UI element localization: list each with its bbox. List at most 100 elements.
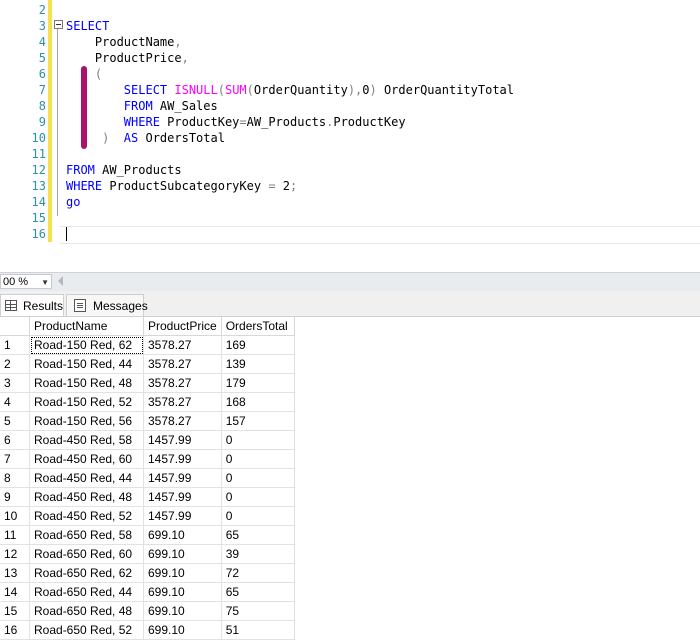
row-number[interactable]: 9 — [0, 487, 30, 507]
row-number[interactable]: 3 — [0, 373, 30, 393]
results-grid[interactable]: ProductName ProductPrice OrdersTotal 1 Ro… — [0, 317, 700, 643]
table-cell[interactable]: Road-450 Red, 60 — [29, 449, 144, 469]
table-cell[interactable]: Road-450 Red, 58 — [29, 430, 144, 450]
table-cell[interactable]: 179 — [221, 373, 295, 393]
sql-editor[interactable]: 2 3 4 5 6 7 8 9 10 11 12 13 14 15 16 SELECT ProductNam… — [0, 0, 700, 272]
table-row[interactable]: 10 Road-450 Red, 52 1457.99 0 — [0, 506, 295, 526]
row-number[interactable]: 1 — [0, 335, 30, 355]
table-cell[interactable]: Road-150 Red, 62 — [29, 335, 144, 355]
table-row[interactable]: 9 Road-450 Red, 48 1457.99 0 — [0, 487, 295, 507]
table-cell[interactable]: 139 — [221, 354, 295, 374]
table-cell[interactable]: 699.10 — [143, 620, 222, 640]
code-line[interactable]: WHERE ProductSubcategoryKey = 2; — [66, 178, 297, 194]
table-cell[interactable]: 3578.27 — [143, 411, 222, 431]
table-cell[interactable]: Road-150 Red, 44 — [29, 354, 144, 374]
table-cell[interactable]: 157 — [221, 411, 295, 431]
table-cell[interactable]: 699.10 — [143, 544, 222, 564]
code-line[interactable]: go — [66, 194, 80, 210]
table-cell[interactable]: Road-650 Red, 44 — [29, 582, 144, 602]
row-number[interactable]: 2 — [0, 354, 30, 374]
table-row[interactable]: 2 Road-150 Red, 44 3578.27 139 — [0, 354, 295, 374]
table-cell[interactable]: Road-650 Red, 52 — [29, 620, 144, 640]
row-number[interactable]: 4 — [0, 392, 30, 412]
column-header[interactable]: ProductName — [29, 317, 144, 336]
table-cell[interactable]: 0 — [221, 506, 295, 526]
table-cell[interactable]: 0 — [221, 468, 295, 488]
table-cell[interactable]: 0 — [221, 430, 295, 450]
table-cell[interactable]: Road-450 Red, 52 — [29, 506, 144, 526]
table-cell[interactable]: 699.10 — [143, 582, 222, 602]
table-cell[interactable]: 3578.27 — [143, 354, 222, 374]
table-row[interactable]: 4 Road-150 Red, 52 3578.27 168 — [0, 392, 295, 412]
table-row[interactable]: 14 Road-650 Red, 44 699.10 65 — [0, 582, 295, 602]
row-number[interactable]: 16 — [0, 620, 30, 640]
table-row[interactable]: 15 Road-650 Red, 48 699.10 75 — [0, 601, 295, 621]
table-row[interactable]: 12 Road-650 Red, 60 699.10 39 — [0, 544, 295, 564]
table-cell[interactable]: 168 — [221, 392, 295, 412]
table-cell[interactable]: 1457.99 — [143, 449, 222, 469]
row-number[interactable]: 12 — [0, 544, 30, 564]
table-cell[interactable]: 3578.27 — [143, 392, 222, 412]
table-cell[interactable]: 51 — [221, 620, 295, 640]
table-row[interactable]: 11 Road-650 Red, 58 699.10 65 — [0, 525, 295, 545]
zoom-dropdown[interactable]: 00 % ▼ — [0, 274, 52, 289]
table-cell[interactable]: 3578.27 — [143, 373, 222, 393]
table-cell[interactable]: Road-650 Red, 62 — [29, 563, 144, 583]
table-cell[interactable]: Road-650 Red, 60 — [29, 544, 144, 564]
table-cell[interactable]: 65 — [221, 582, 295, 602]
scroll-left-icon[interactable] — [58, 276, 63, 286]
tab-messages[interactable]: Messages — [66, 294, 148, 316]
table-cell[interactable]: Road-650 Red, 48 — [29, 601, 144, 621]
table-cell[interactable]: 1457.99 — [143, 487, 222, 507]
tab-results[interactable]: Results — [0, 294, 64, 316]
row-number[interactable]: 10 — [0, 506, 30, 526]
column-header[interactable]: OrdersTotal — [221, 317, 295, 336]
table-cell[interactable]: Road-150 Red, 48 — [29, 373, 144, 393]
table-cell[interactable]: 39 — [221, 544, 295, 564]
code-line[interactable]: ( — [66, 66, 102, 82]
table-cell[interactable]: Road-450 Red, 44 — [29, 468, 144, 488]
code-line[interactable]: FROM AW_Products — [66, 162, 182, 178]
table-cell[interactable]: Road-450 Red, 48 — [29, 487, 144, 507]
row-number[interactable]: 11 — [0, 525, 30, 545]
table-cell[interactable]: 65 — [221, 525, 295, 545]
table-row[interactable]: 7 Road-450 Red, 60 1457.99 0 — [0, 449, 295, 469]
row-number[interactable]: 5 — [0, 411, 30, 431]
code-line[interactable]: ProductPrice, — [66, 50, 189, 66]
table-cell[interactable]: Road-650 Red, 58 — [29, 525, 144, 545]
code-line[interactable]: SELECT ISNULL(SUM(OrderQuantity),0) Orde… — [66, 82, 514, 98]
table-cell[interactable]: Road-150 Red, 52 — [29, 392, 144, 412]
column-header[interactable]: ProductPrice — [143, 317, 222, 336]
table-row[interactable]: 5 Road-150 Red, 56 3578.27 157 — [0, 411, 295, 431]
table-cell[interactable]: 75 — [221, 601, 295, 621]
table-cell[interactable]: 72 — [221, 563, 295, 583]
row-number[interactable]: 6 — [0, 430, 30, 450]
row-number-header[interactable] — [0, 317, 30, 336]
code-line[interactable]: ProductName, — [66, 34, 182, 50]
table-cell[interactable]: 1457.99 — [143, 468, 222, 488]
table-row[interactable]: 13 Road-650 Red, 62 699.10 72 — [0, 563, 295, 583]
table-row[interactable]: 3 Road-150 Red, 48 3578.27 179 — [0, 373, 295, 393]
table-cell[interactable]: 3578.27 — [143, 335, 222, 355]
table-cell[interactable]: Road-150 Red, 56 — [29, 411, 144, 431]
table-cell[interactable]: 169 — [221, 335, 295, 355]
row-number[interactable]: 13 — [0, 563, 30, 583]
collapse-toggle-icon[interactable] — [54, 20, 63, 29]
table-cell[interactable]: 699.10 — [143, 601, 222, 621]
table-row[interactable]: 16 Road-650 Red, 52 699.10 51 — [0, 620, 295, 640]
code-line[interactable]: ) AS OrdersTotal — [66, 130, 225, 146]
row-number[interactable]: 15 — [0, 601, 30, 621]
code-line[interactable]: SELECT — [66, 18, 109, 34]
row-number[interactable]: 8 — [0, 468, 30, 488]
table-cell[interactable]: 1457.99 — [143, 506, 222, 526]
code-line[interactable]: FROM AW_Sales — [66, 98, 218, 114]
row-number[interactable]: 7 — [0, 449, 30, 469]
table-cell[interactable]: 0 — [221, 487, 295, 507]
code-line[interactable]: WHERE ProductKey=AW_Products.ProductKey — [66, 114, 406, 130]
table-cell[interactable]: 699.10 — [143, 525, 222, 545]
table-row[interactable]: 1 Road-150 Red, 62 3578.27 169 — [0, 335, 295, 355]
table-cell[interactable]: 1457.99 — [143, 430, 222, 450]
table-cell[interactable]: 0 — [221, 449, 295, 469]
table-row[interactable]: 8 Road-450 Red, 44 1457.99 0 — [0, 468, 295, 488]
table-cell[interactable]: 699.10 — [143, 563, 222, 583]
